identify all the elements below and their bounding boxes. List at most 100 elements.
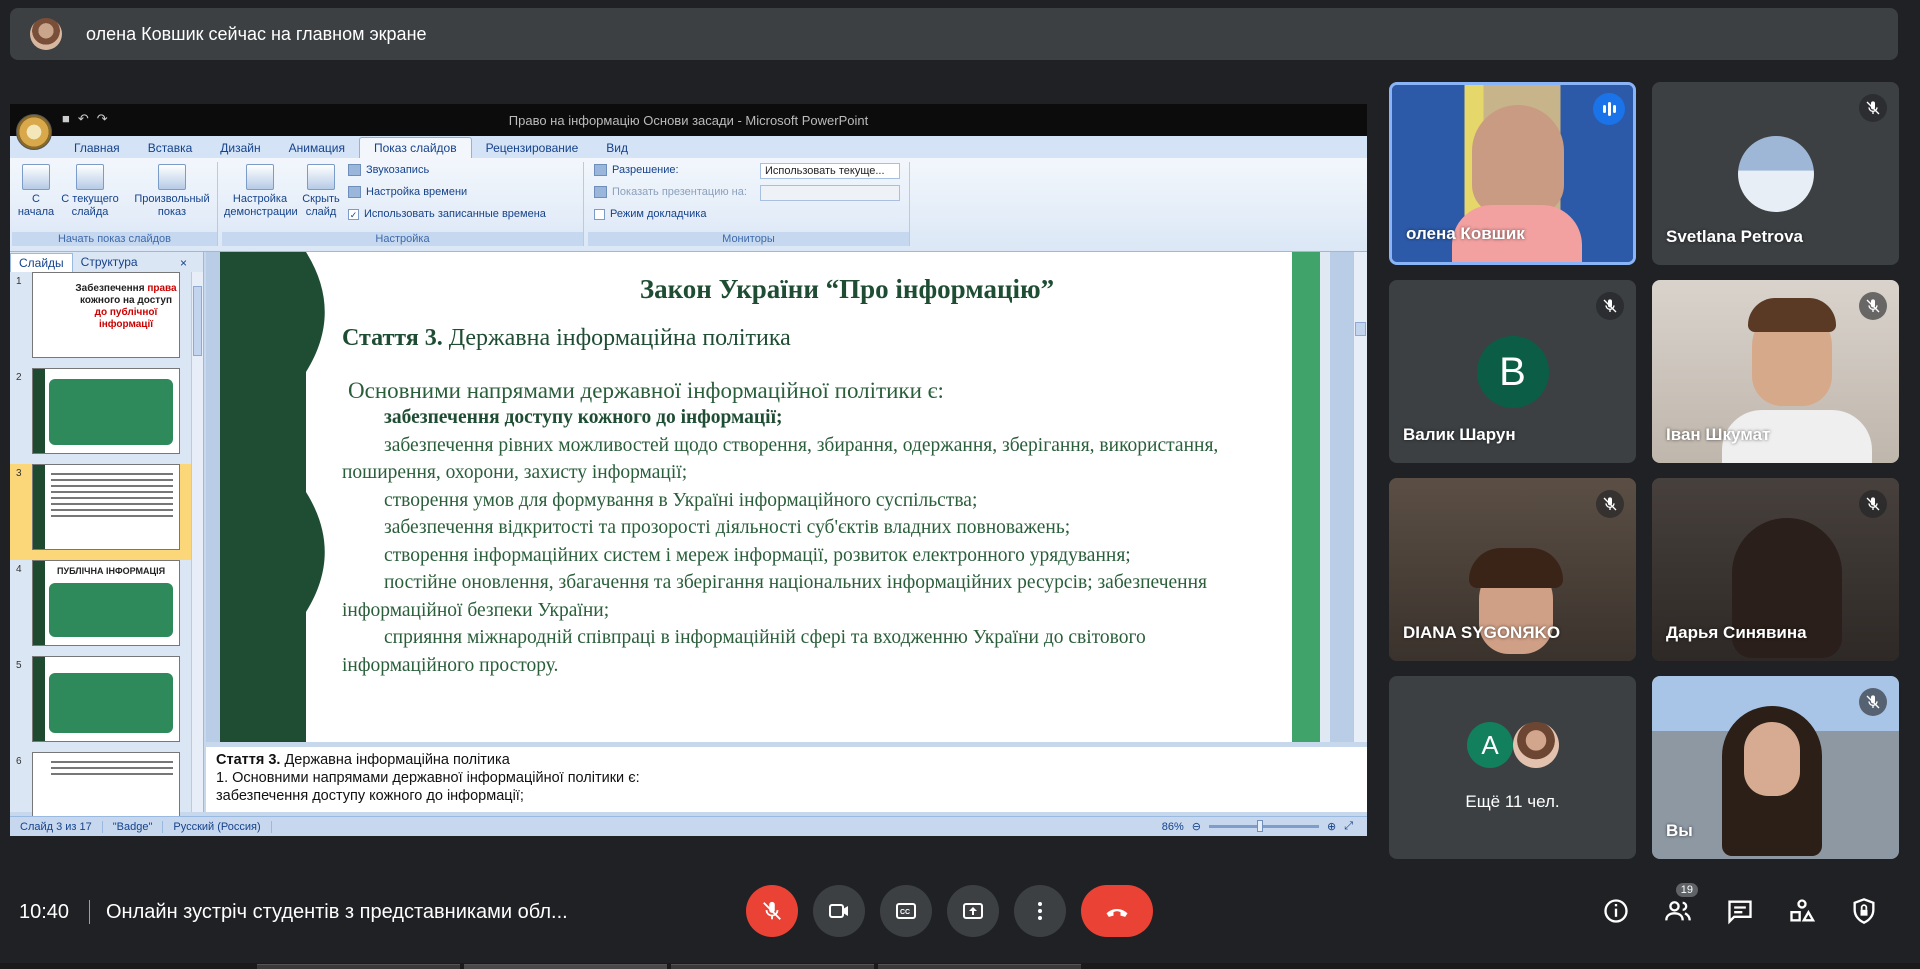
taskbar-item[interactable] xyxy=(671,964,874,969)
more-participants-tile[interactable]: A Ещё 11 чел. xyxy=(1389,676,1636,859)
setup-show-button[interactable]: Настройка демонстрации xyxy=(224,164,298,219)
mic-off-icon xyxy=(1859,94,1887,122)
taskbar-item[interactable] xyxy=(464,964,667,969)
taskbar-item[interactable] xyxy=(257,964,460,969)
participant-tile-svetlana[interactable]: Svetlana Petrova xyxy=(1652,82,1899,265)
current-slide[interactable]: Закон України “Про інформацію” Стаття 3.… xyxy=(220,252,1330,742)
present-screen-button[interactable] xyxy=(947,885,999,937)
use-timings-checkbox[interactable]: ✓ Использовать записанные времена xyxy=(348,208,546,220)
scrollbar-thumb[interactable] xyxy=(193,286,202,356)
participant-tile-ivan[interactable]: Іван Шкумат xyxy=(1652,280,1899,463)
thumbnail-lines xyxy=(51,473,173,521)
notes-line: Стаття 3. Державна інформаційна політика xyxy=(216,751,1357,769)
mic-off-icon xyxy=(1859,490,1887,518)
close-icon[interactable]: × xyxy=(172,254,195,272)
resolution-select[interactable]: Использовать текуще... xyxy=(760,163,900,179)
participant-tile-you[interactable]: Вы xyxy=(1652,676,1899,859)
scrollbar-thumb[interactable] xyxy=(1355,322,1366,336)
hide-slide-button[interactable]: Скрыть слайд xyxy=(302,164,340,219)
zoom-out-icon[interactable]: ⊖ xyxy=(1192,820,1201,833)
presenter-banner: олена Ковшик сейчас на главном экране xyxy=(10,8,1898,60)
participant-hair xyxy=(1469,548,1563,588)
participant-name: Валик Шарун xyxy=(1403,425,1516,444)
thumbnail-number: 6 xyxy=(16,756,22,767)
activities-icon xyxy=(1790,899,1816,922)
taskbar-item[interactable] xyxy=(878,964,1081,969)
slide-title: Закон України “Про інформацію” xyxy=(639,274,1055,304)
tab-animation[interactable]: Анимация xyxy=(275,138,359,158)
fit-window-icon[interactable]: ⤢ xyxy=(1344,820,1353,833)
status-theme: "Badge" xyxy=(103,820,164,833)
slide-item: сприяння міжнародній співпраці в інформа… xyxy=(342,627,1146,676)
thumbnail-lines xyxy=(51,761,173,779)
panel-tabs: Слайды Структура × xyxy=(10,252,203,272)
zoom-level[interactable]: 86% xyxy=(1162,821,1184,833)
participant-name: Дарья Синявина xyxy=(1666,623,1807,642)
presenter-avatar xyxy=(30,18,62,50)
slide-thumbnail-5[interactable]: 5 xyxy=(10,656,203,752)
tab-insert[interactable]: Вставка xyxy=(134,138,207,158)
host-controls-button[interactable] xyxy=(1848,895,1880,927)
slide-thumbnail-4[interactable]: 4 ПУБЛІЧНА ІНФОРМАЦІЯ xyxy=(10,560,203,656)
office-button[interactable] xyxy=(16,114,52,150)
activities-button[interactable] xyxy=(1786,895,1818,927)
participant-tile-olena[interactable]: олена Ковшик xyxy=(1389,82,1636,265)
monitor-icon xyxy=(594,186,607,198)
thumbnail-panel xyxy=(49,379,173,445)
record-narration-button[interactable]: Звукозапись xyxy=(348,164,429,176)
participant-tile-darya[interactable]: Дарья Синявина xyxy=(1652,478,1899,661)
mic-off-icon xyxy=(1596,292,1624,320)
zoom-slider[interactable] xyxy=(1208,820,1319,832)
tab-slideshow[interactable]: Показ слайдов xyxy=(358,137,472,158)
thumbnail-text-line: до публічної інформації xyxy=(94,307,158,330)
participant-tile-diana[interactable]: DIANA SYGONЯKO xyxy=(1389,478,1636,661)
slide-lead: Основними напрямами державної інформацій… xyxy=(348,378,944,403)
slide-thumbnail-2[interactable]: 2 xyxy=(10,368,203,464)
people-icon xyxy=(1665,901,1691,921)
tab-review[interactable]: Рецензирование xyxy=(472,138,593,158)
from-current-button[interactable]: С текущего слайда xyxy=(60,164,120,219)
tab-slides[interactable]: Слайды xyxy=(10,252,73,272)
slide-thumbnail-3[interactable]: 3 xyxy=(10,464,203,560)
slide-thumbnail-1[interactable]: 1 Забезпечення права кожного на доступ до … xyxy=(10,272,203,368)
rehearse-timings-label: Настройка времени xyxy=(366,186,468,198)
more-options-button[interactable] xyxy=(1014,885,1066,937)
participant-face xyxy=(1472,105,1564,215)
meeting-info-button[interactable] xyxy=(1600,895,1632,927)
participant-tile-valyk[interactable]: B Валик Шарун xyxy=(1389,280,1636,463)
microphone-toggle-button[interactable] xyxy=(746,885,798,937)
tab-home[interactable]: Главная xyxy=(60,138,134,158)
from-beginning-label: С начала xyxy=(17,193,55,218)
panel-scrollbar[interactable] xyxy=(191,272,203,812)
chat-button[interactable] xyxy=(1724,895,1756,927)
show-on-select xyxy=(760,185,900,201)
presenter-view-checkbox[interactable]: Режим докладчика xyxy=(594,208,706,220)
slide-item: створення інформаційних систем і мереж і… xyxy=(384,544,1131,566)
tab-outline[interactable]: Структура xyxy=(73,253,146,271)
checkbox-icon xyxy=(594,208,605,220)
status-language[interactable]: Русский (Россия) xyxy=(163,820,272,833)
leave-call-button[interactable] xyxy=(1081,885,1153,937)
notes-pane[interactable]: Стаття 3. Державна інформаційна політика… xyxy=(206,744,1367,812)
shared-screen-powerpoint: ■ ↶ ↷ Право на інформацію Основи засади … xyxy=(10,104,1367,836)
mic-off-icon xyxy=(1859,688,1887,716)
tab-design[interactable]: Дизайн xyxy=(206,138,274,158)
custom-show-icon xyxy=(158,164,186,190)
zoom-in-icon[interactable]: ⊕ xyxy=(1327,820,1336,833)
captions-button[interactable]: CC xyxy=(880,885,932,937)
tab-view[interactable]: Вид xyxy=(592,138,642,158)
custom-show-button[interactable]: Произвольный показ xyxy=(130,164,214,219)
people-button[interactable]: 19 xyxy=(1662,883,1698,927)
participant-letter-avatar: A xyxy=(1467,722,1513,768)
speaking-indicator-icon xyxy=(1593,93,1625,125)
meeting-title[interactable]: Онлайн зустріч студентів з представникам… xyxy=(106,901,568,924)
meeting-clock: 10:40 xyxy=(19,901,70,923)
zoom-slider-thumb[interactable] xyxy=(1256,820,1263,832)
rehearse-timings-button[interactable]: Настройка времени xyxy=(348,186,467,198)
from-beginning-button[interactable]: С начала xyxy=(16,164,56,219)
camera-toggle-button[interactable] xyxy=(813,885,865,937)
shield-lock-icon xyxy=(1853,898,1875,924)
mic-off-icon xyxy=(763,901,781,920)
info-icon xyxy=(1604,899,1628,923)
slide-scrollbar[interactable] xyxy=(1353,252,1367,742)
